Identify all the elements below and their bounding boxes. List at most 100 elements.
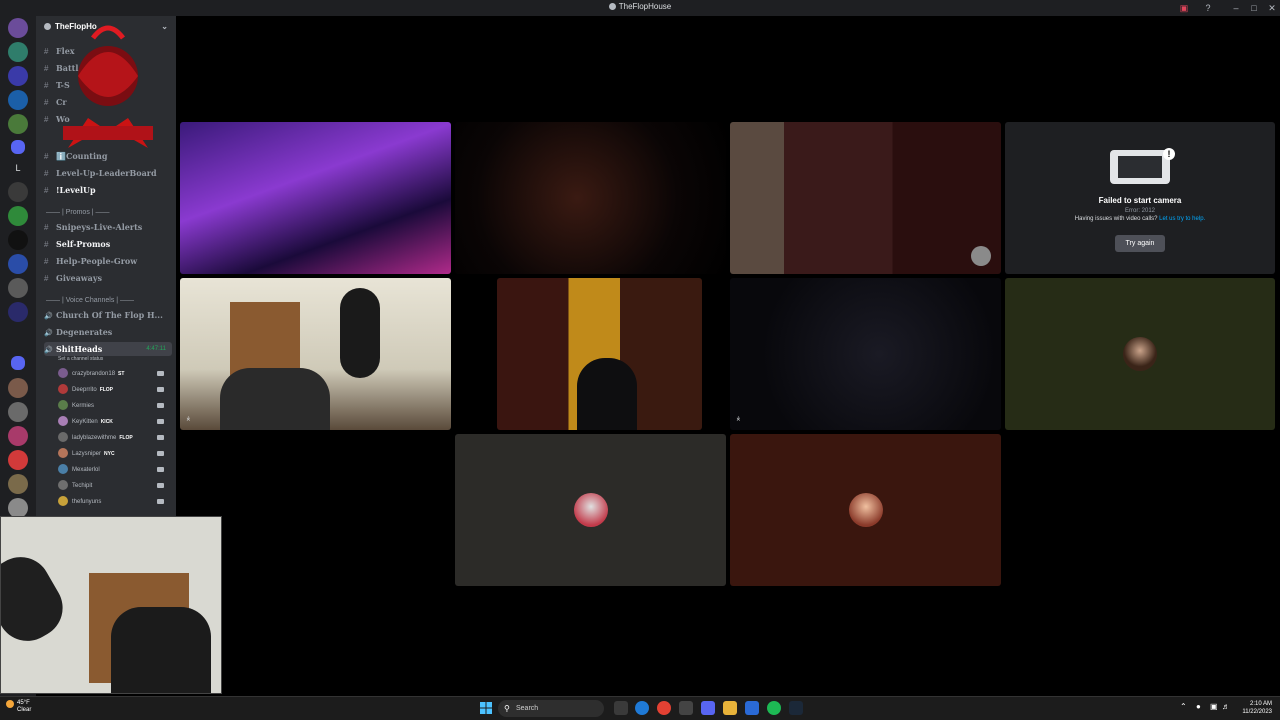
avatar-tile[interactable]	[455, 434, 726, 586]
store-icon[interactable]	[745, 701, 759, 715]
server-icon[interactable]	[8, 278, 28, 298]
voice-member[interactable]: thefunyuns	[58, 495, 172, 509]
voice-member[interactable]: ladyblazewithme FLOP	[58, 431, 172, 445]
voice-channel-active[interactable]: 🔊 ShitHeads 4:47:11	[44, 342, 172, 356]
network-icon[interactable]: ▣	[1210, 702, 1218, 711]
server-icon[interactable]	[8, 498, 28, 518]
category-voice[interactable]: —— | Voice Channels | ——	[46, 295, 170, 307]
taskbar-clock[interactable]: 2:10 AM 11/22/2023	[1242, 700, 1272, 716]
server-icon[interactable]	[8, 450, 28, 470]
camera-icon	[157, 451, 164, 456]
server-icon[interactable]	[8, 230, 28, 250]
avatar	[58, 464, 68, 474]
chevron-up-icon[interactable]: ⌃	[1180, 702, 1187, 711]
server-icon[interactable]	[8, 182, 28, 202]
voice-member[interactable]: Kermies	[58, 399, 172, 413]
voice-member[interactable]: Deeprrito FLOP	[58, 383, 172, 397]
member-name: thefunyuns	[72, 499, 102, 505]
weather-widget[interactable]: 45°F Clear	[6, 700, 31, 714]
video-tile[interactable]	[455, 122, 726, 274]
server-icon[interactable]	[8, 426, 28, 446]
avatar	[58, 368, 68, 378]
edge-icon[interactable]	[635, 701, 649, 715]
search-icon: ⚲	[504, 704, 510, 713]
mic-muted-icon: ⨰	[736, 414, 741, 423]
server-icon[interactable]	[8, 402, 28, 422]
avatar-tile[interactable]	[1005, 278, 1275, 430]
voice-member[interactable]: crazybrandon18 ST	[58, 367, 172, 381]
member-tag: FLOP	[119, 435, 133, 441]
speaker-icon: 🔊	[44, 329, 53, 337]
camera-error-tile: ! Failed to start camera Error: 2012 Hav…	[1005, 122, 1275, 274]
server-icon[interactable]: L	[8, 158, 28, 178]
chevron-down-icon[interactable]: ⌄	[161, 22, 168, 31]
microphone-tray-icon[interactable]: ●	[1196, 702, 1201, 711]
avatar	[58, 400, 68, 410]
folder-icon[interactable]	[11, 356, 25, 370]
video-tile[interactable]: ⨰	[730, 278, 1001, 430]
channel-item[interactable]: # Level-Up-LeaderBoard	[44, 166, 172, 180]
chrome-icon[interactable]	[657, 701, 671, 715]
channel-item[interactable]: # ℹ️Counting	[44, 149, 172, 163]
voice-member[interactable]: Techipit	[58, 479, 172, 493]
folder-icon[interactable]	[11, 140, 25, 154]
guild-icon	[44, 23, 51, 30]
member-tag: FLOP	[99, 387, 114, 393]
hash-icon: #	[44, 64, 49, 73]
speaker-icon: 🔊	[44, 312, 53, 320]
channel-status[interactable]: Set a channel status	[58, 356, 103, 362]
server-icon[interactable]	[8, 114, 28, 134]
voice-channel[interactable]: 🔊 Degenerates	[44, 325, 172, 339]
member-name: crazybrandon18	[72, 371, 116, 377]
channel-item[interactable]: # Self-Promos	[44, 237, 172, 251]
server-icon[interactable]	[8, 90, 28, 110]
voice-member[interactable]: Mexaterlol	[58, 463, 172, 477]
error-code: Error: 2012	[1124, 208, 1155, 214]
video-tile[interactable]	[730, 122, 1001, 274]
maximize-button[interactable]: □	[1248, 2, 1260, 14]
server-icon[interactable]	[8, 18, 28, 38]
member-name: Techipit	[72, 483, 93, 489]
avatar	[58, 448, 68, 458]
title-bar: TheFlopHouse ▣ ? – □ ✕	[0, 0, 1280, 16]
spotify-icon[interactable]	[767, 701, 781, 715]
server-icon[interactable]	[8, 42, 28, 62]
file-explorer-icon[interactable]	[723, 701, 737, 715]
channel-item[interactable]: # Snipeys-Live-Alerts	[44, 220, 172, 234]
channel-item[interactable]: # !LevelUp	[44, 183, 172, 197]
video-tile[interactable]	[180, 122, 451, 274]
voice-channel[interactable]: 🔊 Church Of The Flop H...	[44, 308, 172, 322]
avatar-tile[interactable]	[730, 434, 1001, 586]
close-button[interactable]: ✕	[1266, 2, 1278, 14]
video-tile[interactable]: ⨰	[180, 278, 451, 430]
windows-start-icon[interactable]	[480, 702, 492, 714]
help-icon[interactable]: ?	[1202, 2, 1214, 14]
discord-icon[interactable]	[701, 701, 715, 715]
volume-icon[interactable]: ♬	[1222, 702, 1230, 711]
video-tile[interactable]	[497, 278, 702, 430]
stream-icon	[971, 246, 991, 266]
member-name: Deeprrito	[72, 387, 97, 393]
server-icon[interactable]	[8, 66, 28, 86]
channel-item[interactable]: # Giveaways	[44, 271, 172, 285]
server-icon[interactable]	[8, 254, 28, 274]
steam-icon[interactable]	[789, 701, 803, 715]
error-help-text: Having issues with video calls?	[1074, 216, 1158, 222]
help-link[interactable]: Let us try to help.	[1159, 216, 1205, 222]
category-promos[interactable]: —— | Promos | ——	[46, 207, 170, 219]
server-icon[interactable]	[8, 474, 28, 494]
try-again-button[interactable]: Try again	[1115, 235, 1165, 252]
voice-member[interactable]: KeyKitten KICK	[58, 415, 172, 429]
taskbar-search[interactable]: ⚲ Search	[498, 700, 604, 717]
minimize-button[interactable]: –	[1230, 2, 1242, 14]
task-view-icon[interactable]	[614, 701, 628, 715]
server-icon[interactable]	[8, 206, 28, 226]
server-icon[interactable]	[8, 302, 28, 322]
server-icon[interactable]	[8, 378, 28, 398]
camera-icon	[157, 483, 164, 488]
voice-member[interactable]: Lazysniper NYC	[58, 447, 172, 461]
settings-icon[interactable]	[679, 701, 693, 715]
hash-icon: #	[44, 274, 49, 283]
channel-item[interactable]: # Help-People-Grow	[44, 254, 172, 268]
inbox-icon[interactable]: ▣	[1178, 2, 1190, 14]
